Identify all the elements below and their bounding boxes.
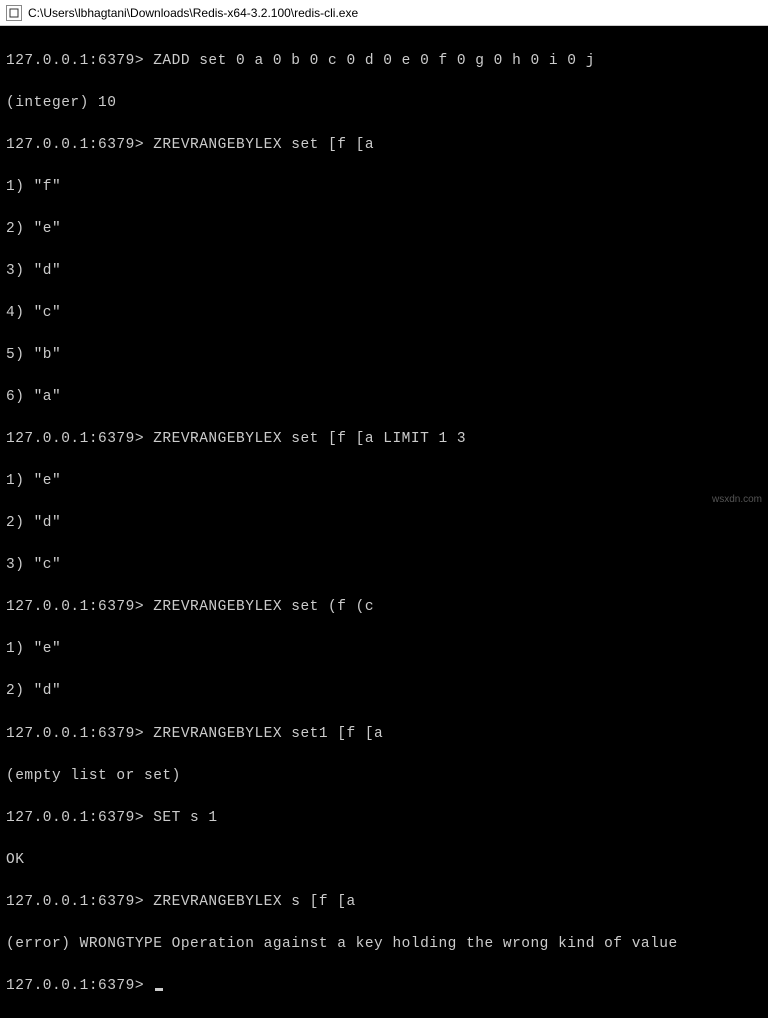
terminal-line: 127.0.0.1:6379> ZREVRANGEBYLEX set [f [a [6, 135, 762, 156]
terminal-line: 3) "c" [6, 555, 762, 576]
terminal-line: 6) "a" [6, 387, 762, 408]
terminal-line: (empty list or set) [6, 766, 762, 787]
terminal-line: 127.0.0.1:6379> ZREVRANGEBYLEX set [f [a… [6, 429, 762, 450]
terminal-line: 2) "d" [6, 513, 762, 534]
terminal-line: 127.0.0.1:6379> SET s 1 [6, 808, 762, 829]
terminal-line: 1) "e" [6, 471, 762, 492]
window-titlebar[interactable]: C:\Users\lbhagtani\Downloads\Redis-x64-3… [0, 0, 768, 26]
cursor-icon [155, 988, 163, 991]
terminal-line: 3) "d" [6, 261, 762, 282]
terminal-line: 127.0.0.1:6379> ZREVRANGEBYLEX set1 [f [… [6, 724, 762, 745]
app-icon [6, 5, 22, 21]
terminal-line: (error) WRONGTYPE Operation against a ke… [6, 934, 762, 955]
terminal-prompt: 127.0.0.1:6379> [6, 978, 153, 994]
watermark: wsxdn.com [712, 494, 762, 505]
terminal-line: 1) "f" [6, 177, 762, 198]
terminal-line: 5) "b" [6, 345, 762, 366]
terminal-line: (integer) 10 [6, 93, 762, 114]
terminal-line: 2) "d" [6, 681, 762, 702]
terminal-line: 2) "e" [6, 219, 762, 240]
terminal-line: 127.0.0.1:6379> ZREVRANGEBYLEX s [f [a [6, 892, 762, 913]
terminal-line: 4) "c" [6, 303, 762, 324]
terminal-line: 127.0.0.1:6379> ZREVRANGEBYLEX set (f (c [6, 597, 762, 618]
terminal-output[interactable]: 127.0.0.1:6379> ZADD set 0 a 0 b 0 c 0 d… [0, 26, 768, 1018]
window-title: C:\Users\lbhagtani\Downloads\Redis-x64-3… [28, 6, 358, 20]
terminal-line: OK [6, 850, 762, 871]
terminal-line: 1) "e" [6, 639, 762, 660]
terminal-line: 127.0.0.1:6379> ZADD set 0 a 0 b 0 c 0 d… [6, 51, 762, 72]
terminal-prompt-line: 127.0.0.1:6379> [6, 976, 762, 997]
